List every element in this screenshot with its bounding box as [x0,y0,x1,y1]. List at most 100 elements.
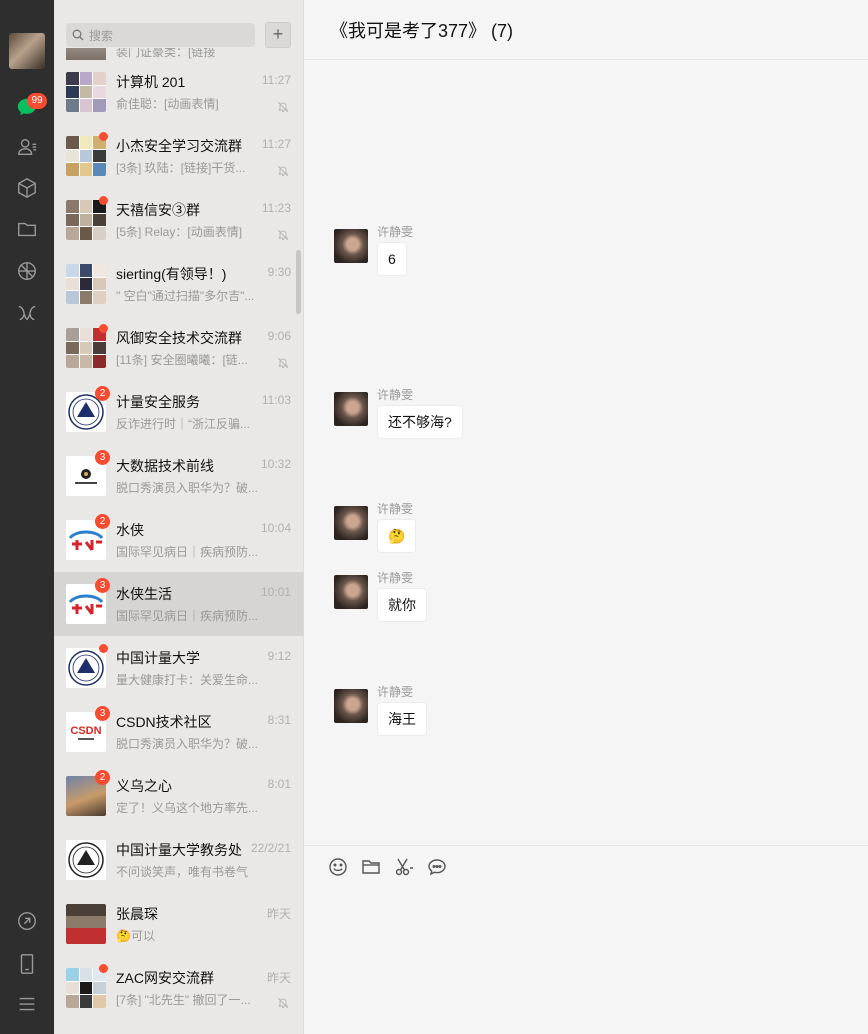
chat-list-item[interactable]: sierting(有领导！) " 空白"通过扫描"多尔吉"... 9:30 [54,252,303,316]
chat-list-item[interactable]: 大数据技术前线 脱口秀演员入职华为？破... 10:32 3 [54,444,303,508]
chat-preview: [5条] Relay：[动画表情] [116,225,243,239]
chat-list-item[interactable]: 小杰安全学习交流群 [3条] 玖陆：[链接]干货... 11:27 [54,124,303,188]
unread-dot [99,644,108,653]
unread-dot [99,132,108,141]
chat-avatar [66,648,106,688]
chat-name: 水侠 [116,522,144,538]
sender-name: 许静雯 [377,685,414,699]
message-bubble[interactable]: 6 [377,242,407,276]
message-bubble[interactable]: 海王 [377,702,427,736]
chat-list-item[interactable]: 风御安全技术交流群 [11条] 安全圈曦曦：[链... 9:06 [54,316,303,380]
sender-avatar[interactable] [334,229,368,263]
chat-preview: 不问谈笑声，唯有书卷气 [116,865,249,879]
unread-badge: 3 [95,578,110,593]
scissors-icon[interactable] [394,857,416,879]
chat-name: 计量安全服务 [116,394,200,410]
chat-list-item[interactable]: 张晨琛 🤔可以 昨天 [54,892,303,956]
chat-avatar [66,136,106,176]
chat-list-scrollbar[interactable] [296,250,301,314]
chat-preview: 量大健康打卡：关爱生命... [116,673,259,687]
chat-name: 张晨琛 [116,906,158,922]
mute-icon [277,162,289,177]
chat-list-item[interactable]: ZAC网安交流群 [7条] "北先生" 撤回了一... 昨天 [54,956,303,1020]
chat-list-item[interactable]: 中国计量大学教务处 不问谈笑声，唯有书卷气 22/2/21 [54,828,303,892]
sender-name: 许静雯 [377,225,414,239]
chat-bubble-icon[interactable] [427,857,449,879]
chat-preview: 国际罕见病日｜疾病预防... [116,545,259,559]
mute-icon [277,354,289,369]
sender-name: 许静雯 [377,571,414,585]
chat-name: 中国计量大学教务处 [116,842,242,858]
conversation-title: 《我可是考了377》 (7) [330,21,514,41]
compose-divider [304,845,868,846]
chat-list-item[interactable]: 义乌之心定了！义乌这个地方率先... 8:01 2 [54,764,303,828]
contacts-icon[interactable] [14,134,40,160]
chat-time: 9:06 [267,329,291,343]
search-box[interactable]: 搜索 [66,23,255,47]
chat-preview: 定了！义乌这个地方率先... [116,801,259,815]
chat-preview: [3条] 玖陆：[链接]干货... [116,161,246,175]
chat-name: 义乌之心 [116,778,172,794]
chat-preview: 国际罕见病日｜疾病预防... [116,609,259,623]
chat-time: 8:01 [267,777,291,791]
sender-avatar[interactable] [334,506,368,540]
chat-time: 9:12 [267,649,291,663]
chat-time: 10:04 [260,521,291,535]
menu-icon[interactable] [14,991,40,1017]
folder-icon[interactable] [361,857,383,879]
chat-avatar [66,840,106,880]
chat-list-item[interactable]: CSDN CSDN技术社区 脱口秀演员入职华为？破... 8:31 3 [54,700,303,764]
chat-preview: 🤔可以 [116,929,155,943]
chat-avatar [66,968,106,1008]
chat-time: 8:31 [267,713,291,727]
chat-list-item[interactable]: 水侠国际罕见病日｜疾病预防... 10:04 2 [54,508,303,572]
message-bubble[interactable]: 就你 [377,588,427,622]
chat-list-item[interactable]: 计算机 201 俞佳聪：[动画表情] 11:27 [54,60,303,124]
chat-list-item[interactable]: 水侠生活国际罕见病日｜疾病预防... 10:01 3 [54,572,303,636]
chat-name: CSDN技术社区 [116,714,212,730]
chat-avatar [66,72,106,112]
partial-list-item[interactable]: 装门证豪类：[链接 [54,48,303,60]
chat-items: 计算机 201 俞佳聪：[动画表情] 11:27 小杰安全学习交流群 [3条] 玖陆：[… [54,60,303,1020]
chat-preview: [11条] 安全圈曦曦：[链... [116,353,248,367]
user-avatar[interactable] [9,33,45,69]
sender-avatar[interactable] [334,392,368,426]
phone-icon[interactable] [14,951,40,977]
message-bubble[interactable]: 🤔 [377,519,417,553]
moments-icon[interactable] [14,258,40,284]
files-icon[interactable] [14,216,40,242]
chat-time: 10:01 [260,585,291,599]
chat-name: 计算机 201 [116,74,186,90]
chat-name: 天禧信安③群 [116,202,200,218]
chat-avatar [66,48,106,60]
conversation-panel: 《我可是考了377》 (7) 许静雯 6 许静雯 还不够海? 许静雯 🤔 许静雯 就你 许静雯海… [304,0,868,1034]
chat-time: 9:30 [267,265,291,279]
favorites-icon[interactable] [14,175,40,201]
chat-name: 中国计量大学 [116,650,200,666]
chat-list-item[interactable]: 中国计量大学量大健康打卡：关爱生命... 9:12 [54,636,303,700]
chat-name: 风御安全技术交流群 [116,330,242,346]
chat-name: ZAC网安交流群 [116,970,214,986]
add-button[interactable]: + [265,22,291,48]
unread-badge: 2 [95,770,110,785]
chat-preview: 装门证豪类：[链接 [116,48,216,59]
link-icon[interactable] [14,908,40,934]
unread-badge: 2 [95,386,110,401]
chat-list-panel: 搜索 + 装门证豪类：[链接 计算机 201 俞佳聪：[动画表情] 11:27 小杰安… [54,0,304,1034]
chat-preview: 脱口秀演员入职华为？破... [116,481,259,495]
chat-list-item[interactable]: 计量安全服务 反诈进行时｜“浙江反骗... 11:03 2 [54,380,303,444]
chat-preview: 脱口秀演员入职华为？破... [116,737,259,751]
message-bubble[interactable]: 还不够海? [377,405,463,439]
chat-list-item[interactable]: 天禧信安③群 [5条] Relay：[动画表情] 11:23 [54,188,303,252]
chat-name: 大数据技术前线 [116,458,214,474]
sender-avatar[interactable] [334,689,368,723]
chat-time: 10:32 [260,457,291,471]
chat-name: 水侠生活 [116,586,172,602]
miniprogram-icon[interactable] [14,300,40,326]
sender-avatar[interactable] [334,575,368,609]
chat-time: 22/2/21 [250,841,291,855]
unread-badge: 2 [95,514,110,529]
chat-time: 11:27 [261,137,291,151]
emoji-icon[interactable] [328,857,350,879]
chat-avatar [66,264,106,304]
